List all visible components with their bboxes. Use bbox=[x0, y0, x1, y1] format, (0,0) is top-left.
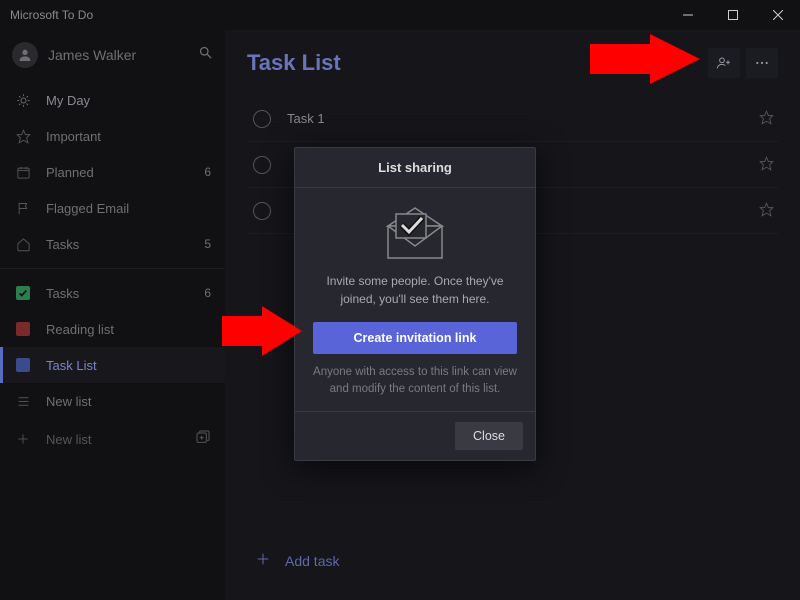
maximize-button[interactable] bbox=[710, 0, 755, 30]
custom-lists: Tasks 6 Reading list Task List New list bbox=[0, 275, 225, 419]
avatar bbox=[12, 42, 38, 68]
add-task-row[interactable]: Add task bbox=[247, 543, 778, 578]
envelope-check-icon bbox=[313, 206, 517, 262]
add-group-icon[interactable] bbox=[195, 429, 211, 450]
profile-name: James Walker bbox=[48, 47, 198, 63]
annotation-arrow-icon bbox=[590, 34, 700, 89]
titlebar: Microsoft To Do bbox=[0, 0, 800, 30]
calendar-icon bbox=[14, 165, 32, 180]
sidebar-item-count: 6 bbox=[204, 286, 211, 300]
add-list-row[interactable]: New list bbox=[0, 419, 225, 459]
dialog-title: List sharing bbox=[295, 148, 535, 188]
sidebar-item-label: New list bbox=[46, 394, 211, 409]
smart-lists: My Day Important Planned 6 Flagged Email bbox=[0, 82, 225, 262]
list-color-icon bbox=[14, 322, 32, 336]
sidebar-item-planned[interactable]: Planned 6 bbox=[0, 154, 225, 190]
dialog-close-button[interactable]: Close bbox=[455, 422, 523, 450]
sidebar-item-myday[interactable]: My Day bbox=[0, 82, 225, 118]
create-invitation-link-button[interactable]: Create invitation link bbox=[313, 322, 517, 354]
sidebar-item-task-list[interactable]: Task List bbox=[0, 347, 225, 383]
ellipsis-icon bbox=[754, 55, 770, 71]
sidebar-item-label: Reading list bbox=[46, 322, 211, 337]
dialog-disclaimer: Anyone with access to this link can view… bbox=[313, 364, 517, 399]
close-window-button[interactable] bbox=[755, 0, 800, 30]
plus-icon bbox=[255, 551, 271, 570]
sidebar-item-flagged[interactable]: Flagged Email bbox=[0, 190, 225, 226]
home-icon bbox=[14, 237, 32, 252]
sidebar-item-label: Planned bbox=[46, 165, 204, 180]
sidebar-divider bbox=[0, 268, 225, 269]
annotation-arrow-icon bbox=[222, 306, 302, 361]
list-icon bbox=[14, 394, 32, 409]
sidebar: James Walker My Day Important bbox=[0, 30, 225, 600]
search-icon[interactable] bbox=[198, 45, 213, 65]
sidebar-item-custom-tasks[interactable]: Tasks 6 bbox=[0, 275, 225, 311]
sidebar-item-important[interactable]: Important bbox=[0, 118, 225, 154]
task-checkbox[interactable] bbox=[253, 202, 271, 220]
minimize-button[interactable] bbox=[665, 0, 710, 30]
sidebar-item-label: Tasks bbox=[46, 237, 204, 252]
list-options-button[interactable] bbox=[746, 48, 778, 78]
star-icon bbox=[14, 129, 32, 144]
task-checkbox[interactable] bbox=[253, 110, 271, 128]
sun-icon bbox=[14, 93, 32, 108]
list-sharing-dialog: List sharing Invite some people. Once th… bbox=[294, 147, 536, 461]
list-color-icon bbox=[14, 358, 32, 372]
sidebar-item-label: Important bbox=[46, 129, 211, 144]
task-label: Task 1 bbox=[287, 111, 759, 126]
dialog-invite-text: Invite some people. Once they've joined,… bbox=[313, 272, 517, 308]
add-task-label: Add task bbox=[285, 553, 339, 569]
share-list-button[interactable] bbox=[708, 48, 740, 78]
sidebar-item-label: Tasks bbox=[46, 286, 204, 301]
star-icon[interactable] bbox=[759, 202, 774, 220]
window-controls bbox=[665, 0, 800, 30]
sidebar-item-tasks[interactable]: Tasks 5 bbox=[0, 226, 225, 262]
person-add-icon bbox=[716, 55, 732, 71]
profile-row[interactable]: James Walker bbox=[0, 36, 225, 82]
star-icon[interactable] bbox=[759, 156, 774, 174]
dialog-body: Invite some people. Once they've joined,… bbox=[295, 188, 535, 411]
sidebar-item-count: 5 bbox=[204, 237, 211, 251]
flag-icon bbox=[14, 201, 32, 216]
dialog-footer: Close bbox=[295, 411, 535, 460]
sidebar-item-reading-list[interactable]: Reading list bbox=[0, 311, 225, 347]
star-icon[interactable] bbox=[759, 110, 774, 128]
sidebar-item-count: 6 bbox=[204, 165, 211, 179]
sidebar-item-label: Flagged Email bbox=[46, 201, 211, 216]
add-list-label: New list bbox=[46, 432, 195, 447]
task-row[interactable]: Task 1 bbox=[247, 96, 778, 142]
plus-icon bbox=[14, 432, 32, 446]
task-checkbox[interactable] bbox=[253, 156, 271, 174]
sidebar-item-label: Task List bbox=[46, 358, 211, 373]
sidebar-item-new-list[interactable]: New list bbox=[0, 383, 225, 419]
app-window: Microsoft To Do James Walker bbox=[0, 0, 800, 600]
app-name: Microsoft To Do bbox=[10, 8, 93, 22]
sidebar-item-label: My Day bbox=[46, 93, 211, 108]
list-color-icon bbox=[14, 286, 32, 300]
